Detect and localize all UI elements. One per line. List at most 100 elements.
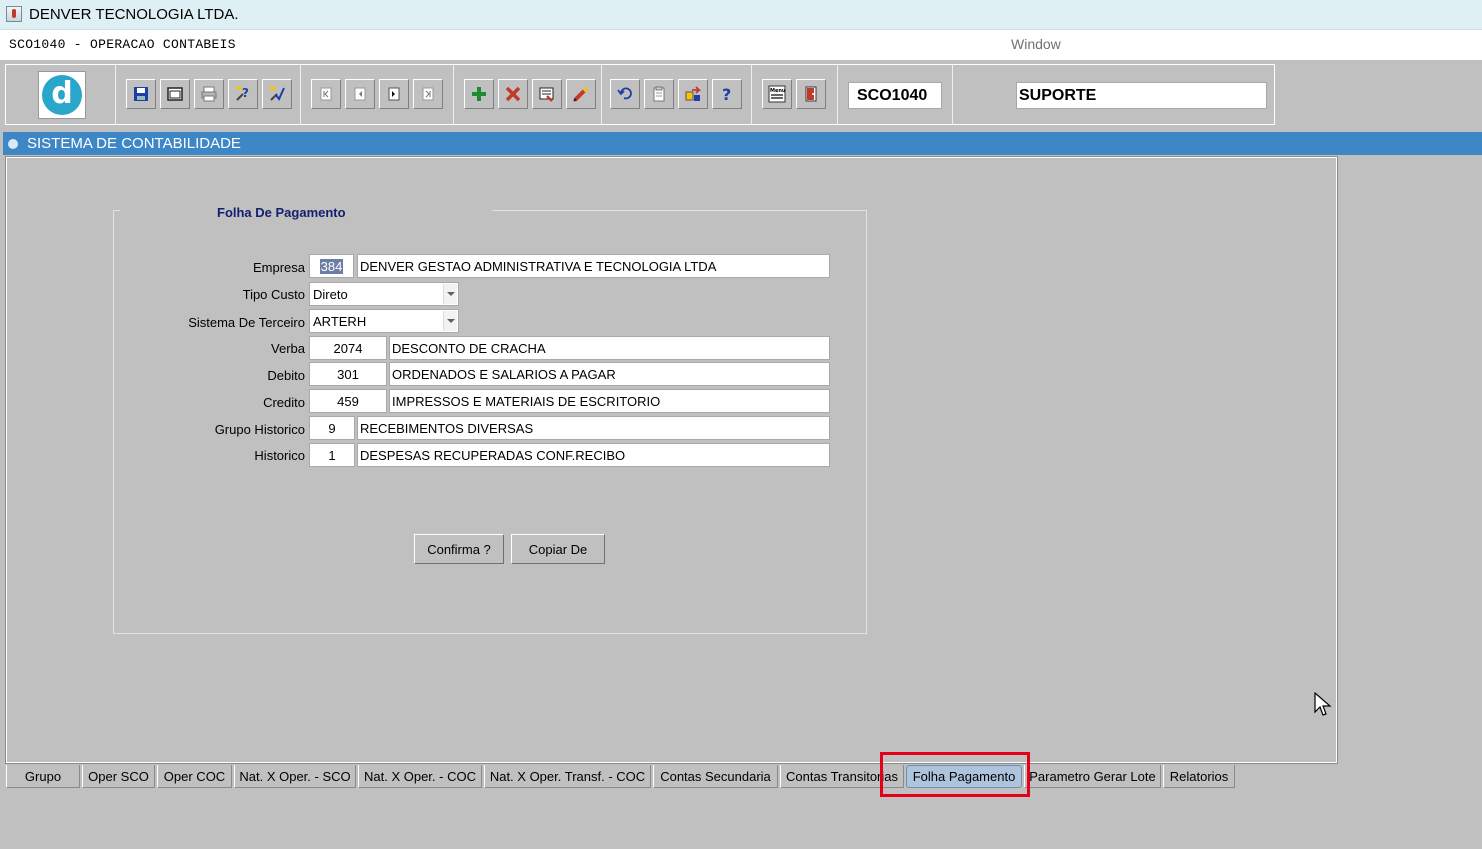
- previous-record-icon: [354, 87, 366, 101]
- chevron-down-icon[interactable]: [443, 284, 457, 304]
- toolbar-user-group: SUPORTE: [953, 65, 1274, 124]
- delete-x-icon: [505, 86, 521, 102]
- window-icon: [167, 87, 183, 101]
- exit-door-icon: [805, 86, 817, 102]
- printer-icon: [201, 86, 217, 102]
- last-record-icon: [422, 87, 434, 101]
- sistema-terceiro-select[interactable]: ARTERH: [309, 309, 459, 333]
- tab-relatorios[interactable]: Relatorios: [1163, 765, 1235, 788]
- empresa-code-field[interactable]: 384: [309, 254, 354, 278]
- clipboard-icon: [653, 86, 665, 102]
- copiar-de-button[interactable]: Copiar De: [511, 534, 605, 564]
- logo-letter: d: [42, 75, 82, 115]
- undo-icon: [617, 87, 632, 100]
- toolbar-tools-group: ?: [602, 65, 752, 124]
- next-record-button[interactable]: [379, 79, 409, 109]
- window-title: DENVER TECNOLOGIA LTDA.: [29, 6, 239, 23]
- sistema-terceiro-value: ARTERH: [313, 314, 367, 329]
- toolbar-menu-group: Menu: [752, 65, 838, 124]
- toolbar-form-code-group: SCO1040: [838, 65, 953, 124]
- clipboard-button[interactable]: [644, 79, 674, 109]
- highlight-box: [880, 752, 1030, 797]
- java-app-icon: [6, 6, 22, 22]
- save-icon: [134, 87, 148, 101]
- window-menu[interactable]: Window: [1011, 36, 1061, 52]
- next-record-icon: [388, 87, 400, 101]
- debito-label: Debito: [267, 368, 305, 383]
- first-record-icon: [320, 87, 332, 101]
- menu-bar: SCO1040 - OPERACAO CONTABEIS Window: [0, 30, 1482, 60]
- confirma-button[interactable]: Confirma ?: [414, 534, 504, 564]
- insert-record-button[interactable]: [464, 79, 494, 109]
- list-values-button[interactable]: [532, 79, 562, 109]
- svg-text:?: ?: [722, 85, 731, 103]
- form-code-field: SCO1040: [848, 82, 942, 109]
- historico-description-field[interactable]: DESPESAS RECUPERADAS CONF.RECIBO: [357, 443, 830, 467]
- exit-button[interactable]: [796, 79, 826, 109]
- window-title-bar: DENVER TECNOLOGIA LTDA.: [0, 0, 1482, 30]
- tipo-custo-select[interactable]: Direto: [309, 282, 459, 306]
- form-icon: [8, 139, 18, 149]
- historico-label: Historico: [254, 448, 305, 463]
- query-button[interactable]: ?: [228, 79, 258, 109]
- verba-code-field[interactable]: 2074: [309, 336, 387, 360]
- toolbar-edit-group: ?: [116, 65, 301, 124]
- credito-code-field[interactable]: 459: [309, 389, 387, 413]
- last-record-button[interactable]: [413, 79, 443, 109]
- debito-code-field[interactable]: 301: [309, 362, 387, 386]
- verba-description-field[interactable]: DESCONTO DE CRACHA: [389, 336, 830, 360]
- tab-parametro-gerar-lote[interactable]: Parametro Gerar Lote: [1024, 765, 1161, 788]
- form-title: SCO1040 - OPERACAO CONTABEIS: [9, 37, 236, 52]
- form-header-bar: SISTEMA DE CONTABILIDADE: [3, 132, 1482, 155]
- empresa-description-field[interactable]: DENVER GESTAO ADMINISTRATIVA E TECNOLOGI…: [357, 254, 830, 278]
- plus-icon: [472, 87, 486, 101]
- credito-description-field[interactable]: IMPRESSOS E MATERIAIS DE ESCRITORIO: [389, 389, 830, 413]
- tab-nat-oper-coc[interactable]: Nat. X Oper. - COC: [358, 765, 482, 788]
- company-logo: d: [38, 71, 86, 119]
- previous-record-button[interactable]: [345, 79, 375, 109]
- window-button[interactable]: [160, 79, 190, 109]
- grupo-historico-label: Grupo Historico: [214, 422, 305, 437]
- execute-query-icon: [270, 87, 285, 101]
- verba-label: Verba: [271, 341, 305, 356]
- help-question-icon: ?: [722, 85, 731, 103]
- svg-text:?: ?: [242, 86, 249, 100]
- toolbar-record-group: [454, 65, 602, 124]
- execute-query-button[interactable]: [262, 79, 292, 109]
- menu-icon: Menu: [768, 85, 786, 103]
- toolbar: d ? ? Menu SCO1040 SUPORTE: [5, 64, 1275, 125]
- debito-description-field[interactable]: ORDENADOS E SALARIOS A PAGAR: [389, 362, 830, 386]
- list-values-icon: [539, 87, 554, 102]
- grupo-historico-description-field[interactable]: RECEBIMENTOS DIVERSAS: [357, 416, 830, 440]
- credito-label: Credito: [263, 395, 305, 410]
- print-button[interactable]: [194, 79, 224, 109]
- toolbar-navigation-group: [301, 65, 454, 124]
- tab-oper-coc[interactable]: Oper COC: [157, 765, 232, 788]
- tab-contas-secundaria[interactable]: Contas Secundaria: [653, 765, 778, 788]
- transfer-button[interactable]: [678, 79, 708, 109]
- tab-grupo[interactable]: Grupo: [6, 765, 80, 788]
- form-header-title: SISTEMA DE CONTABILIDADE: [27, 135, 241, 152]
- tab-oper-sco[interactable]: Oper SCO: [82, 765, 155, 788]
- historico-code-field[interactable]: 1: [309, 443, 355, 467]
- edit-button[interactable]: [566, 79, 596, 109]
- help-button[interactable]: ?: [712, 79, 742, 109]
- frame-title: Folha De Pagamento: [120, 203, 492, 220]
- first-record-button[interactable]: [311, 79, 341, 109]
- menu-button[interactable]: Menu: [762, 79, 792, 109]
- query-icon: ?: [236, 86, 249, 101]
- save-button[interactable]: [126, 79, 156, 109]
- tab-nat-oper-transf-coc[interactable]: Nat. X Oper. Transf. - COC: [484, 765, 651, 788]
- chevron-down-icon[interactable]: [443, 311, 457, 331]
- grupo-historico-code-field[interactable]: 9: [309, 416, 355, 440]
- empresa-code-value: 384: [319, 259, 344, 274]
- sistema-terceiro-label: Sistema De Terceiro: [188, 315, 305, 330]
- tab-nat-oper-sco[interactable]: Nat. X Oper. - SCO: [234, 765, 356, 788]
- tipo-custo-value: Direto: [313, 287, 348, 302]
- delete-record-button[interactable]: [498, 79, 528, 109]
- mouse-cursor-icon: [1314, 692, 1332, 716]
- svg-text:Menu: Menu: [770, 88, 786, 94]
- empresa-label: Empresa: [252, 260, 305, 275]
- transfer-icon: [685, 86, 702, 101]
- undo-button[interactable]: [610, 79, 640, 109]
